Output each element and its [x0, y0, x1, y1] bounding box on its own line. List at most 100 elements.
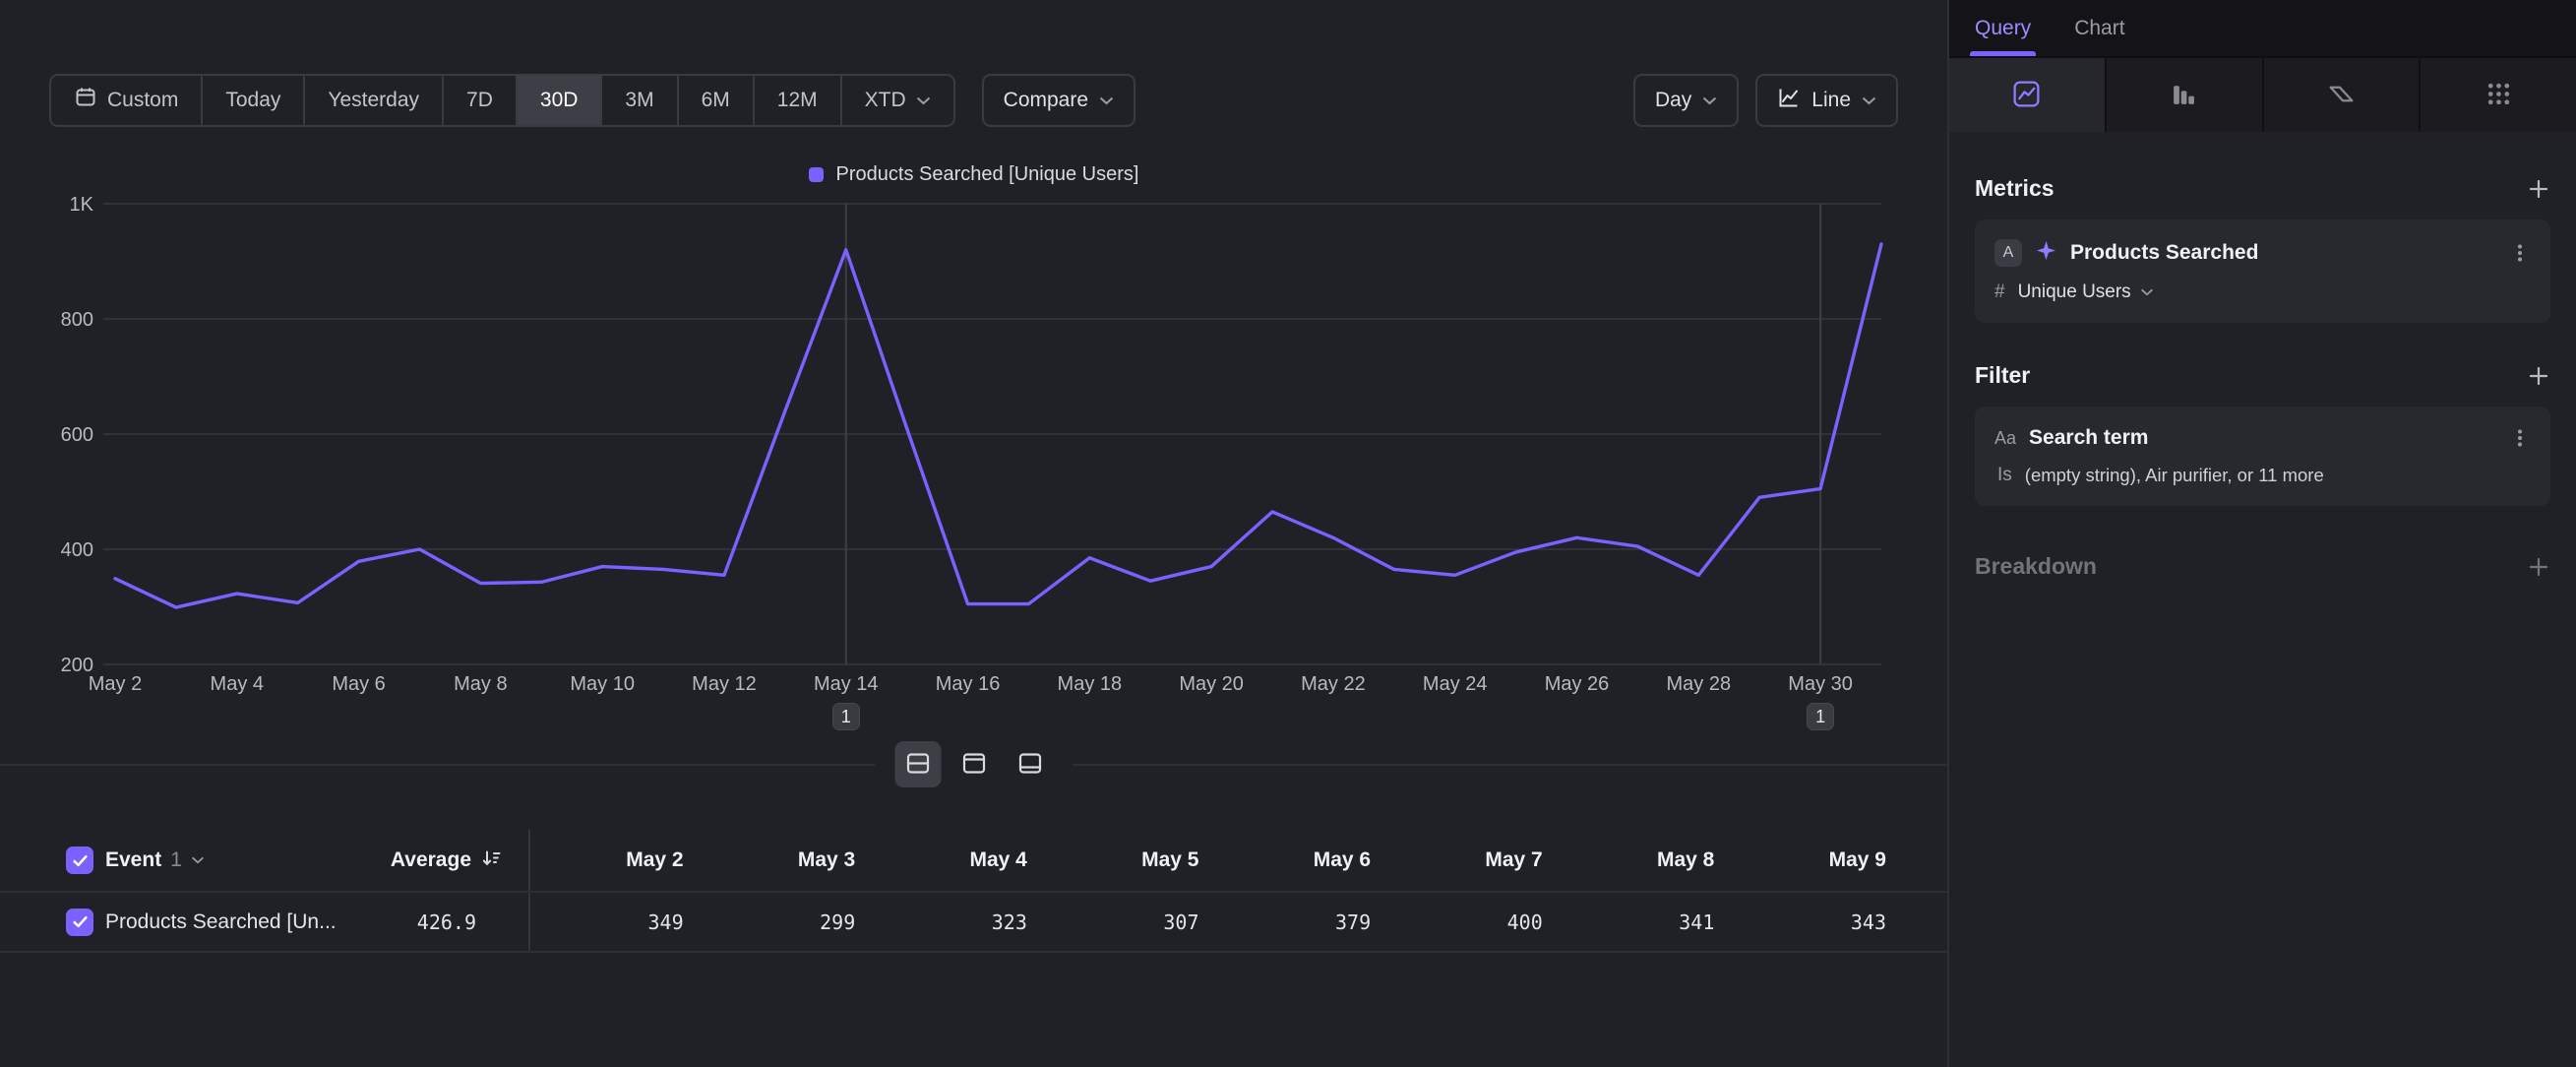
kebab-menu-icon[interactable]	[2509, 242, 2531, 264]
layout-chart-table-button[interactable]	[895, 741, 942, 787]
filter-card[interactable]: Aa Search term Is (empty string), Air pu…	[1975, 407, 2550, 506]
date-range-3m-button[interactable]: 3M	[600, 76, 676, 125]
date-column-header[interactable]: May 3	[684, 830, 856, 891]
legend-swatch	[809, 167, 824, 182]
add-breakdown-button[interactable]	[2527, 555, 2550, 579]
date-column-header[interactable]: May 8	[1543, 830, 1715, 891]
date-range-today-button[interactable]: Today	[201, 76, 303, 125]
filter-value: (empty string), Air purifier, or 11 more	[2025, 465, 2324, 486]
chevron-down-icon	[191, 856, 205, 864]
filter-value-selector[interactable]: Is (empty string), Air purifier, or 11 m…	[1994, 465, 2531, 486]
svg-text:May 14: May 14	[814, 673, 879, 695]
value-cell: 379	[1199, 893, 1372, 951]
svg-text:May 6: May 6	[332, 673, 385, 695]
value-cell: 400	[1371, 893, 1543, 951]
metric-name: Products Searched	[2070, 241, 2496, 265]
date-column-header[interactable]: May 4	[855, 830, 1027, 891]
layout-chart-button[interactable]	[1008, 741, 1054, 787]
sidebar-tabstrip: Query Chart	[1949, 0, 2576, 56]
number-type-icon: #	[1994, 282, 2005, 303]
svg-text:May 8: May 8	[454, 673, 507, 695]
chevron-down-icon	[916, 96, 931, 105]
kebab-menu-icon[interactable]	[2509, 427, 2531, 449]
flows-icon	[2326, 79, 2357, 112]
more-reports-tab[interactable]	[2419, 58, 2576, 132]
chevron-down-icon	[2140, 288, 2154, 296]
tab-query[interactable]: Query	[1975, 0, 2031, 56]
row-average-value: 426.9	[276, 893, 476, 951]
insights-tab[interactable]	[1949, 58, 2105, 132]
value-cell: 299	[684, 893, 856, 951]
svg-text:1K: 1K	[70, 194, 94, 216]
date-range-30d-button[interactable]: 30D	[516, 76, 601, 125]
select-all-checkbox[interactable]	[66, 847, 93, 874]
tab-chart[interactable]: Chart	[2074, 0, 2124, 56]
layout-split-icon	[905, 750, 932, 780]
svg-text:May 12: May 12	[692, 673, 757, 695]
layout-table-button[interactable]	[951, 741, 998, 787]
granularity-dropdown[interactable]: Day	[1633, 74, 1739, 127]
date-column-header[interactable]: May 7	[1371, 830, 1543, 891]
value-cell: 341	[1543, 893, 1715, 951]
svg-text:May 22: May 22	[1301, 673, 1366, 695]
report-type-tabs	[1949, 56, 2576, 132]
svg-text:May 28: May 28	[1667, 673, 1732, 695]
line-chart-icon	[1777, 86, 1801, 115]
date-range-yesterday-button[interactable]: Yesterday	[303, 76, 442, 125]
apps-grid-icon	[2484, 79, 2514, 112]
insights-icon	[2011, 79, 2042, 112]
date-range-segmented-control: Custom Today Yesterday 7D 30D 3M 6M 12M …	[49, 74, 955, 127]
date-range-6m-button[interactable]: 6M	[677, 76, 753, 125]
text-property-icon: Aa	[1994, 428, 2016, 449]
annotation-badge[interactable]: 1	[1807, 703, 1834, 730]
line-chart[interactable]: 1K800600400200May 2May 4May 6May 8May 10…	[0, 187, 1947, 740]
layout-toggle-group	[876, 741, 1073, 787]
svg-text:May 18: May 18	[1058, 673, 1123, 695]
add-metric-button[interactable]	[2527, 177, 2550, 201]
measure-selector[interactable]: # Unique Users	[1994, 282, 2531, 303]
date-column-header[interactable]: May 2	[512, 830, 684, 891]
calendar-icon	[74, 86, 97, 115]
toolbar: Custom Today Yesterday 7D 30D 3M 6M 12M …	[49, 74, 1898, 127]
series-letter-badge: A	[1994, 239, 2022, 267]
flows-tab[interactable]	[2262, 58, 2420, 132]
svg-text:800: 800	[61, 309, 93, 331]
average-column-header[interactable]: Average	[276, 830, 502, 891]
metric-card[interactable]: A Products Searched # Unique Users	[1975, 220, 2550, 323]
layout-footer-icon	[1017, 750, 1044, 780]
funnels-tab[interactable]	[2105, 58, 2262, 132]
row-value-cells: 349299323307379400341343	[512, 893, 1886, 951]
date-column-headers: May 2May 3May 4May 5May 6May 7May 8May 9	[512, 830, 1886, 891]
breakdown-title: Breakdown	[1975, 553, 2097, 580]
chart-type-dropdown[interactable]: Line	[1755, 74, 1898, 127]
date-range-custom-button[interactable]: Custom	[51, 76, 201, 125]
legend-label: Products Searched [Unique Users]	[836, 163, 1139, 186]
date-range-xtd-button[interactable]: XTD	[840, 76, 953, 125]
date-range-12m-button[interactable]: 12M	[753, 76, 840, 125]
svg-text:May 10: May 10	[570, 673, 635, 695]
svg-text:May 20: May 20	[1179, 673, 1244, 695]
chart-canvas: 1K800600400200May 2May 4May 6May 8May 10…	[0, 187, 1947, 740]
svg-text:May 16: May 16	[936, 673, 1001, 695]
event-column-header[interactable]: Event 1	[105, 830, 205, 891]
svg-text:May 30: May 30	[1788, 673, 1853, 695]
filter-operator: Is	[1997, 465, 2012, 486]
value-cell: 323	[855, 893, 1027, 951]
date-column-header[interactable]: May 6	[1199, 830, 1372, 891]
annotation-badge[interactable]: 1	[832, 703, 860, 730]
value-cell: 349	[512, 893, 684, 951]
chevron-down-icon	[1702, 96, 1717, 105]
date-column-header[interactable]: May 5	[1027, 830, 1199, 891]
add-filter-button[interactable]	[2527, 364, 2550, 388]
compare-button[interactable]: Compare	[982, 74, 1135, 127]
svg-text:May 26: May 26	[1545, 673, 1610, 695]
svg-text:May 2: May 2	[89, 673, 142, 695]
metrics-title: Metrics	[1975, 175, 2055, 202]
sort-icon[interactable]	[480, 847, 502, 874]
svg-text:400: 400	[61, 539, 93, 561]
row-checkbox[interactable]	[66, 909, 93, 936]
event-sparkle-icon	[2035, 239, 2057, 267]
date-range-7d-button[interactable]: 7D	[442, 76, 516, 125]
date-column-header[interactable]: May 9	[1714, 830, 1886, 891]
table-row[interactable]: Products Searched [Un... 426.9 349299323…	[0, 891, 1947, 953]
